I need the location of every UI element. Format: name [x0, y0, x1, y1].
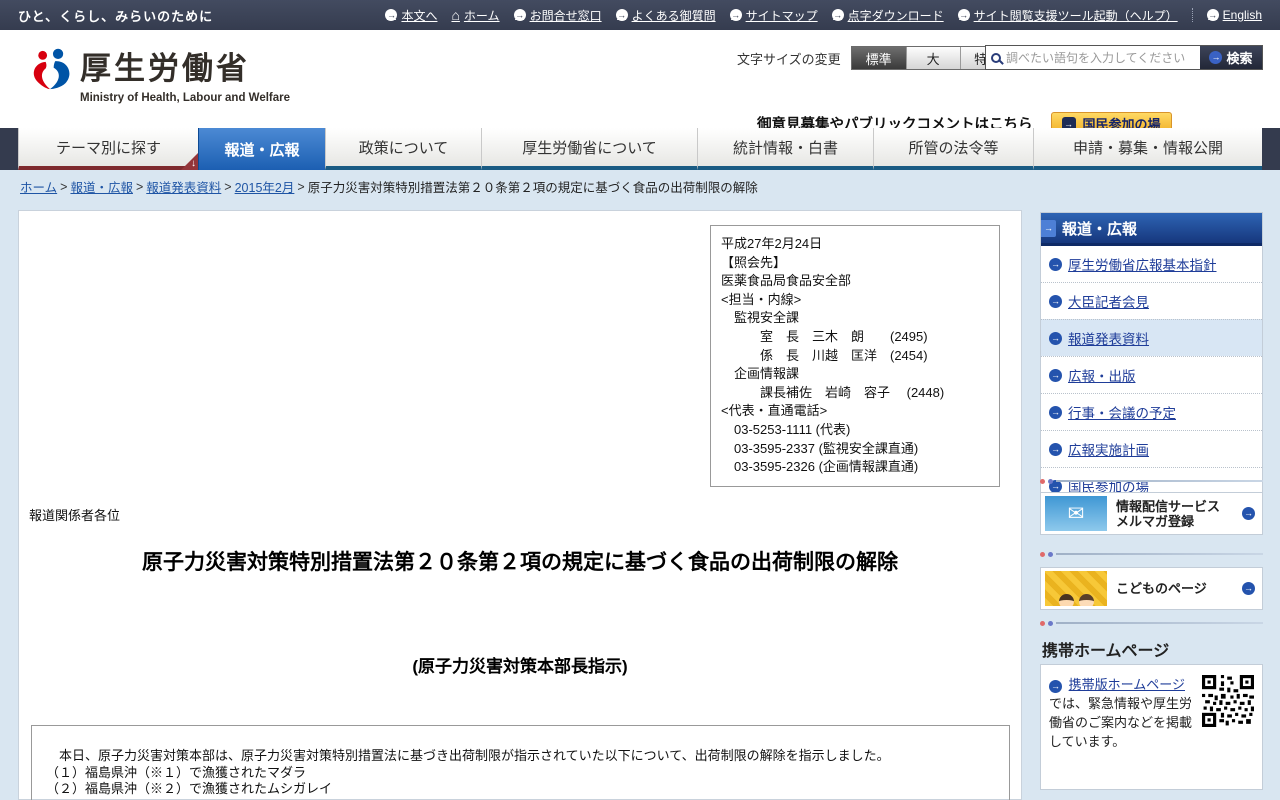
- site-header: 厚生労働省 Ministry of Health, Labour and Wel…: [0, 30, 1280, 135]
- link-english[interactable]: → English: [1206, 8, 1262, 22]
- search-field: [986, 46, 1200, 69]
- tab-statistics[interactable]: 統計情報・白書: [697, 128, 873, 170]
- ministry-name-english: Ministry of Health, Labour and Welfare: [80, 92, 291, 104]
- breadcrumb-home[interactable]: ホーム: [20, 177, 57, 196]
- sidebar-divider: [1040, 478, 1263, 484]
- top-utility-bar: ひと、くらし、みらいのために → 本文へ ⌂ ホーム → お問合せ窓口 → よくある御質…: [0, 0, 1280, 30]
- ministry-name: 厚生労働省: [80, 51, 250, 86]
- font-size-large-button[interactable]: 大: [905, 47, 960, 69]
- site-tagline: ひと、くらし、みらいのために: [18, 8, 214, 24]
- arrow-circle-icon: →: [957, 9, 970, 21]
- arrow-circle-icon: →: [1049, 442, 1062, 456]
- breadcrumb-press-releases[interactable]: 報道発表資料: [146, 177, 221, 196]
- link-faq[interactable]: → よくある御質問: [615, 7, 716, 24]
- arrow-circle-icon: →: [729, 9, 742, 21]
- tab-policies[interactable]: 政策について: [325, 128, 481, 170]
- arrow-circle-icon: →: [1049, 368, 1062, 382]
- arrow-circle-icon: →: [831, 9, 844, 21]
- sidebar-divider: [1040, 620, 1263, 626]
- search-button[interactable]: → 検索: [1200, 46, 1262, 69]
- link-sitemap[interactable]: → サイトマップ: [729, 7, 818, 24]
- arrow-circle-icon: →: [1242, 582, 1255, 595]
- sidebar-item-pr-plan[interactable]: → 広報実施計画: [1041, 430, 1262, 467]
- chevron-down-icon: ↓: [191, 158, 196, 169]
- sidebar-menu: → 報道・広報 → 厚生労働省広報基本指針 → 大臣記者会見 → 報道発表資料 …: [1040, 212, 1263, 505]
- tab-press-pr[interactable]: 報道・広報: [198, 128, 325, 170]
- divider: [1191, 8, 1193, 22]
- font-size-control: 文字サイズの変更 標準 大 特大: [737, 46, 1015, 70]
- dot-icon: [1040, 551, 1045, 557]
- arrow-circle-icon: →: [1049, 331, 1062, 345]
- mailmag-banner[interactable]: ✉ 情報配信サービス メルマガ登録 →: [1040, 492, 1263, 535]
- search-icon: [991, 52, 1001, 63]
- sidebar-divider: [1040, 551, 1263, 557]
- mailmag-banner-label: 情報配信サービス メルマガ登録: [1116, 498, 1221, 529]
- mhlw-logo[interactable]: 厚生労働省 Ministry of Health, Labour and Wel…: [28, 44, 290, 104]
- sidebar-item-publications[interactable]: → 広報・出版: [1041, 356, 1262, 393]
- tab-about-mhlw[interactable]: 厚生労働省について: [481, 128, 697, 170]
- press-contact-box: 平成27年2月24日 【照会先】 医薬食品局食品安全部 <担当・内線> 監視安全…: [710, 225, 1000, 487]
- link-home[interactable]: ⌂ ホーム: [451, 7, 499, 24]
- link-braille-download[interactable]: → 点字ダウンロード: [831, 7, 944, 24]
- sidebar-item-minister-press[interactable]: → 大臣記者会見: [1041, 282, 1262, 319]
- main-navigation: テーマ別に探す ↓ 報道・広報 政策について 厚生労働省について 統計情報・白書…: [0, 128, 1280, 170]
- kids-icon: [1045, 571, 1107, 606]
- link-to-main-content[interactable]: → 本文へ: [385, 7, 437, 24]
- arrow-circle-icon: →: [1049, 294, 1062, 308]
- sidebar-menu-header[interactable]: → 報道・広報: [1041, 213, 1262, 246]
- page-subtitle: (原子力災害対策本部長指示): [412, 657, 628, 676]
- page-title: 原子力災害対策特別措置法第２０条第２項の規定に基づく食品の出荷制限の解除: [142, 551, 898, 574]
- breadcrumb: ホーム > 報道・広報 > 報道発表資料 > 2015年2月 > 原子力災害対策…: [20, 177, 758, 196]
- dot-icon: [1048, 620, 1053, 626]
- mobile-homepage-text: では、緊急情報や厚生労働省のご案内などを掲載しています。: [1049, 696, 1193, 749]
- logo-text: 厚生労働省 Ministry of Health, Labour and Wel…: [80, 44, 290, 104]
- kids-banner-label: こどものページ: [1116, 581, 1207, 596]
- sidebar-item-press-releases[interactable]: → 報道発表資料: [1041, 319, 1262, 356]
- arrow-circle-icon: →: [1049, 680, 1062, 693]
- search-input[interactable]: [1006, 50, 1195, 65]
- mobile-homepage-link[interactable]: 携帯版ホームページ: [1069, 677, 1185, 692]
- sidebar-item-pr-policy[interactable]: → 厚生労働省広報基本指針: [1041, 246, 1262, 282]
- dot-icon: [1040, 478, 1045, 484]
- mhlw-logo-mark-icon: [28, 44, 72, 101]
- salutation: 報道関係者各位: [29, 508, 121, 523]
- sidebar-item-events[interactable]: → 行事・会議の予定: [1041, 393, 1262, 430]
- breadcrumb-press-pr[interactable]: 報道・広報: [70, 177, 133, 196]
- arrow-circle-icon: →: [615, 9, 628, 21]
- link-accessibility-tool[interactable]: → サイト閲覧支援ツール起動（ヘルプ）: [957, 7, 1178, 24]
- breadcrumb-month[interactable]: 2015年2月: [235, 177, 295, 196]
- mobile-homepage-heading: 携帯ホームページ: [1042, 643, 1170, 660]
- press-release-body: 本日、原子力災害対策本部は、原子力災害対策特別措置法に基づき出荷制限が指示されて…: [31, 725, 1010, 800]
- utility-links: → 本文へ ⌂ ホーム → お問合せ窓口 → よくある御質問 → サイトマップ → 点字ダウ…: [385, 7, 1262, 24]
- tab-applications[interactable]: 申請・募集・情報公開: [1033, 128, 1262, 170]
- kids-page-banner[interactable]: こどものページ →: [1040, 567, 1263, 610]
- arrow-square-icon: →: [1041, 219, 1056, 237]
- font-size-standard-button[interactable]: 標準: [851, 47, 906, 69]
- envelope-icon: ✉: [1045, 496, 1107, 531]
- link-contact-window[interactable]: → お問合せ窓口: [513, 7, 602, 24]
- main-content-panel: 平成27年2月24日 【照会先】 医薬食品局食品安全部 <担当・内線> 監視安全…: [18, 210, 1022, 800]
- breadcrumb-current: 原子力災害対策特別措置法第２０条第２項の規定に基づく食品の出荷制限の解除: [307, 181, 758, 195]
- release-date: 平成27年2月24日: [721, 236, 823, 251]
- arrow-circle-icon: →: [1242, 507, 1255, 520]
- qr-code: [1202, 675, 1254, 727]
- mhlw-page: ひと、くらし、みらいのために → 本文へ ⌂ ホーム → お問合せ窓口 → よくある御質…: [0, 0, 1280, 800]
- mobile-homepage-box: → 携帯版ホームページでは、緊急情報や厚生労働省のご案内などを掲載しています。: [1040, 664, 1263, 790]
- tab-laws[interactable]: 所管の法令等: [873, 128, 1033, 170]
- arrow-circle-icon: →: [1206, 9, 1219, 21]
- tab-theme-search[interactable]: テーマ別に探す ↓: [18, 128, 198, 170]
- arrow-circle-icon: →: [1209, 51, 1223, 64]
- font-size-label: 文字サイズの変更: [737, 51, 841, 67]
- arrow-circle-icon: →: [1049, 257, 1062, 271]
- arrow-circle-icon: →: [513, 9, 526, 21]
- dot-icon: [1040, 620, 1045, 626]
- home-icon: ⌂: [451, 7, 460, 23]
- arrow-circle-icon: →: [385, 9, 398, 21]
- dot-icon: [1048, 478, 1053, 484]
- site-search: → 検索: [985, 45, 1263, 70]
- arrow-circle-icon: →: [1049, 405, 1062, 419]
- dot-icon: [1048, 551, 1053, 557]
